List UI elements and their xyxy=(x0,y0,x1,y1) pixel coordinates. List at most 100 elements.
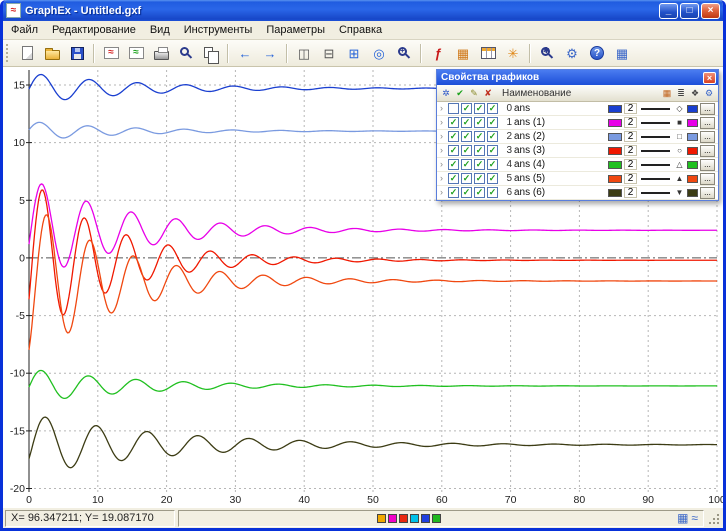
marker-color-swatch[interactable] xyxy=(687,189,698,197)
line-style-sample[interactable] xyxy=(641,164,670,166)
line-width-value[interactable]: 2 xyxy=(624,145,637,156)
zoom-box-button[interactable]: + xyxy=(392,42,416,65)
pan-left-button[interactable]: ← xyxy=(233,42,257,65)
panel-settings-icon[interactable]: ⚙ xyxy=(703,88,715,99)
menu-item-file[interactable]: Файл xyxy=(4,21,45,40)
row-more-button[interactable]: ... xyxy=(700,145,715,157)
line-width-value[interactable]: 2 xyxy=(624,117,637,128)
save-file-button[interactable] xyxy=(65,42,89,65)
line-width-value[interactable]: 2 xyxy=(624,187,637,198)
print-button[interactable] xyxy=(149,42,173,65)
line-color-swatch[interactable] xyxy=(608,133,622,141)
row-more-button[interactable]: ... xyxy=(700,103,715,115)
menu-item-help[interactable]: Справка xyxy=(332,21,389,40)
line-style-sample[interactable] xyxy=(641,136,670,138)
curve-checkbox[interactable]: ✓ xyxy=(474,173,485,184)
marker-symbol-icon[interactable]: ▼ xyxy=(674,188,685,198)
marker-color-swatch[interactable] xyxy=(687,119,698,127)
delete-curve-icon[interactable]: ✘ xyxy=(482,88,494,99)
function-editor-button[interactable]: ƒ xyxy=(426,42,450,65)
marker-symbol-icon[interactable]: △ xyxy=(674,160,685,170)
marker-symbol-icon[interactable]: ▲ xyxy=(674,174,685,184)
zoom-options-button[interactable]: ✱ xyxy=(535,42,559,65)
minimize-button[interactable]: _ xyxy=(659,3,678,19)
curve-checkbox[interactable]: ✓ xyxy=(448,159,459,170)
data-table-button[interactable] xyxy=(476,42,500,65)
curve-checkbox[interactable]: ✓ xyxy=(461,145,472,156)
curve-checkbox[interactable]: ✓ xyxy=(461,117,472,128)
line-width-value[interactable]: 2 xyxy=(624,103,637,114)
panel-close-icon[interactable]: × xyxy=(703,72,716,84)
curve-checkbox[interactable]: ✓ xyxy=(487,173,498,184)
curve-checkbox[interactable]: ✓ xyxy=(461,173,472,184)
status-grid-icon[interactable]: ▦ xyxy=(677,512,688,524)
resize-grip[interactable] xyxy=(707,509,721,527)
row-more-button[interactable]: ... xyxy=(700,159,715,171)
curve-checkbox[interactable]: ✓ xyxy=(474,145,485,156)
row-expander-icon[interactable]: › xyxy=(440,104,446,113)
row-more-button[interactable]: ... xyxy=(700,131,715,143)
line-width-value[interactable]: 2 xyxy=(624,173,637,184)
row-expander-icon[interactable]: › xyxy=(440,146,446,155)
marker-color-swatch[interactable] xyxy=(687,105,698,113)
curve-checkbox[interactable]: ✓ xyxy=(474,131,485,142)
menu-item-edit[interactable]: Редактирование xyxy=(45,21,143,40)
marker-symbol-icon[interactable]: ○ xyxy=(674,146,685,156)
chart-wizard-button[interactable]: ▦ xyxy=(451,42,475,65)
edit-curve-icon[interactable]: ✎ xyxy=(468,88,480,99)
line-color-swatch[interactable] xyxy=(608,147,622,155)
curve-checkbox[interactable]: ✓ xyxy=(448,117,459,128)
marker-symbol-icon[interactable]: □ xyxy=(674,132,685,142)
marker-color-swatch[interactable] xyxy=(687,133,698,141)
color-swatch[interactable] xyxy=(399,514,408,523)
curve-checkbox[interactable]: ✓ xyxy=(487,131,498,142)
help-button[interactable]: ? xyxy=(585,42,609,65)
line-width-value[interactable]: 2 xyxy=(624,131,637,142)
line-style-sample[interactable] xyxy=(641,122,670,124)
marker-column-icon[interactable]: ❖ xyxy=(689,88,701,99)
curve-checkbox[interactable]: ✓ xyxy=(487,159,498,170)
curve-checkbox[interactable]: ✓ xyxy=(474,187,485,198)
toolbar-grip[interactable] xyxy=(6,44,11,62)
copy-image-button[interactable] xyxy=(199,42,223,65)
show-all-curves-icon[interactable]: ✲ xyxy=(440,88,452,99)
menu-item-tools[interactable]: Инструменты xyxy=(177,21,260,40)
marker-color-swatch[interactable] xyxy=(687,175,698,183)
curve-checkbox[interactable]: ✓ xyxy=(461,159,472,170)
toggle-grid-button[interactable]: ⊞ xyxy=(342,42,366,65)
smoothing-button[interactable]: ✳ xyxy=(501,42,525,65)
line-color-swatch[interactable] xyxy=(608,105,622,113)
curve-checkbox[interactable]: ✓ xyxy=(461,187,472,198)
plot-expression-button[interactable]: ≈ xyxy=(99,42,123,65)
new-file-button[interactable] xyxy=(15,42,39,65)
color-swatch[interactable] xyxy=(388,514,397,523)
row-more-button[interactable]: ... xyxy=(700,173,715,185)
row-expander-icon[interactable]: › xyxy=(440,132,446,141)
marker-color-swatch[interactable] xyxy=(687,147,698,155)
line-style-sample[interactable] xyxy=(641,108,670,110)
title-bar[interactable]: ≈ GraphEx - Untitled.gxf _ □ × xyxy=(3,0,723,21)
line-style-column-icon[interactable]: ≣ xyxy=(675,88,687,99)
curve-checkbox[interactable]: ✓ xyxy=(474,117,485,128)
row-more-button[interactable]: ... xyxy=(700,117,715,129)
curve-checkbox[interactable]: ✓ xyxy=(448,145,459,156)
line-color-swatch[interactable] xyxy=(608,119,622,127)
menu-item-options[interactable]: Параметры xyxy=(259,21,332,40)
row-expander-icon[interactable]: › xyxy=(440,174,446,183)
line-width-value[interactable]: 2 xyxy=(624,159,637,170)
curve-checkbox[interactable]: ✓ xyxy=(474,159,485,170)
status-curve-icon[interactable]: ≈ xyxy=(691,512,698,524)
curve-checkbox[interactable]: ✓ xyxy=(461,131,472,142)
plot-table-data-button[interactable]: ≈ xyxy=(124,42,148,65)
options-button[interactable]: ⚙ xyxy=(560,42,584,65)
panel-title-bar[interactable]: Свойства графиков × xyxy=(437,70,718,85)
curve-checkbox[interactable]: ✓ xyxy=(448,131,459,142)
close-button[interactable]: × xyxy=(701,3,720,19)
check-all-icon[interactable]: ✔ xyxy=(454,88,466,99)
line-style-sample[interactable] xyxy=(641,178,670,180)
row-expander-icon[interactable]: › xyxy=(440,118,446,127)
line-color-swatch[interactable] xyxy=(608,161,622,169)
marker-symbol-icon[interactable]: ◇ xyxy=(674,104,685,114)
curve-checkbox[interactable]: ✓ xyxy=(461,103,472,114)
color-swatch[interactable] xyxy=(377,514,386,523)
